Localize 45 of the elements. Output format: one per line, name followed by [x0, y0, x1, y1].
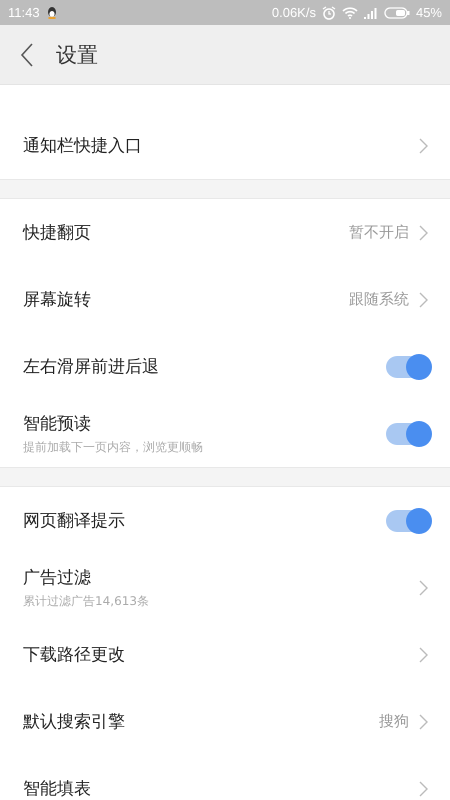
chevron-right-icon: [419, 780, 428, 796]
chevron-right-icon: [419, 580, 428, 596]
chevron-right-icon: [419, 224, 428, 240]
chevron-right-icon: [419, 292, 428, 308]
wifi-icon: [342, 6, 358, 19]
setting-description: 提前加载下一页内容，浏览更顺畅: [23, 438, 204, 456]
setting-label: 屏幕旋转: [23, 289, 92, 311]
alarm-icon: [322, 6, 336, 20]
penguin-icon: [46, 6, 58, 19]
settings-row[interactable]: 智能预读 提前加载下一页内容，浏览更顺畅: [0, 400, 450, 467]
toggle-switch[interactable]: [386, 356, 430, 378]
chevron-right-icon: [419, 646, 428, 662]
signal-icon: [364, 6, 378, 18]
setting-label: 默认搜索引擎: [23, 711, 126, 733]
toggle-switch[interactable]: [386, 422, 430, 444]
chevron-right-icon: [419, 714, 428, 730]
settings-row[interactable]: 左右滑屏前进后退: [0, 333, 450, 400]
status-time: 11:43: [8, 5, 40, 20]
settings-row[interactable]: 网页翻译提示: [0, 487, 450, 554]
battery-level: 45%: [416, 5, 442, 20]
settings-row[interactable]: 广告过滤 累计过滤广告14,613条: [0, 554, 450, 621]
settings-row[interactable]: 通知栏快捷入口: [0, 112, 450, 179]
setting-label: 网页翻译提示: [23, 510, 126, 532]
setting-label: 广告过滤: [23, 566, 92, 588]
network-speed: 0.06K/s: [272, 5, 316, 20]
page-title: 设置: [56, 42, 98, 68]
toggle-switch[interactable]: [386, 510, 430, 532]
setting-label: 智能预读: [23, 412, 92, 434]
settings-row[interactable]: 默认搜索引擎 搜狗: [0, 688, 450, 755]
setting-value: 暂不开启: [349, 223, 409, 242]
setting-label: 智能填表: [23, 778, 92, 800]
setting-description: 累计过滤广告14,613条: [23, 592, 150, 610]
setting-value: 搜狗: [379, 712, 409, 731]
setting-label: 下载路径更改: [23, 644, 126, 666]
setting-value: 跟随系统: [349, 290, 409, 309]
battery-icon: [384, 6, 410, 18]
settings-row[interactable]: 屏幕旋转 跟随系统: [0, 266, 450, 333]
settings-row[interactable]: 下载路径更改: [0, 621, 450, 688]
settings-row[interactable]: 快捷翻页 暂不开启: [0, 199, 450, 266]
back-icon: [20, 42, 34, 68]
setting-label: 快捷翻页: [23, 222, 92, 244]
setting-label: 左右滑屏前进后退: [23, 356, 160, 378]
chevron-right-icon: [419, 138, 428, 154]
settings-row[interactable]: 智能填表: [0, 755, 450, 800]
setting-label: 通知栏快捷入口: [23, 135, 143, 157]
